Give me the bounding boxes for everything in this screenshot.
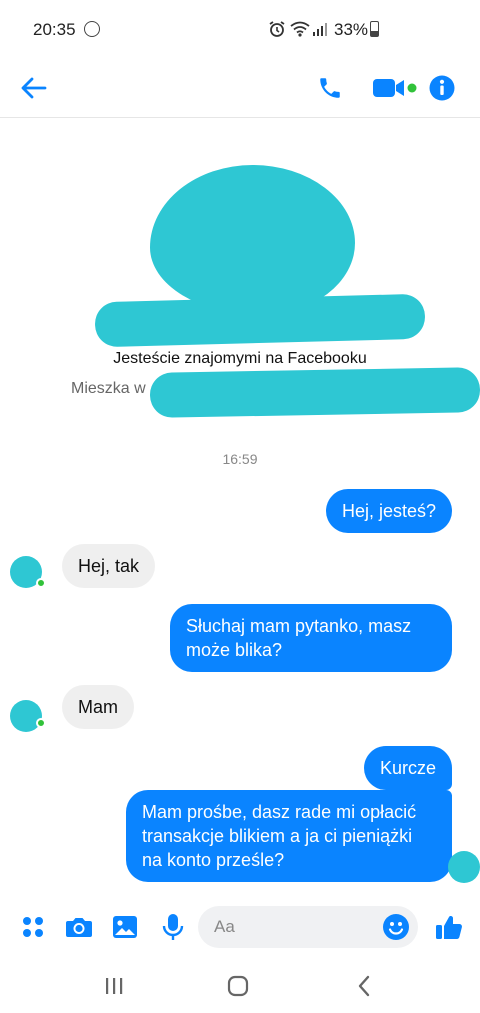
- arrow-left-icon: [21, 77, 47, 99]
- recent-apps-button[interactable]: [96, 971, 132, 1001]
- phone-icon: [320, 78, 340, 98]
- gallery-icon: [113, 916, 137, 938]
- camera-icon: [66, 918, 92, 937]
- lives-in-label: Mieszka w: [71, 380, 146, 397]
- back-button[interactable]: [13, 68, 53, 108]
- message-timestamp: 16:59: [222, 451, 258, 467]
- alarm-icon: [268, 20, 286, 43]
- audio-call-button[interactable]: [310, 68, 350, 108]
- wifi-icon: [290, 21, 310, 42]
- message-bubble-outgoing[interactable]: Hej, jesteś?: [325, 489, 452, 533]
- camera-button[interactable]: [62, 910, 96, 944]
- redacted-profile-photo: [150, 165, 355, 315]
- battery-percentage: 33%: [334, 20, 369, 39]
- video-call-button[interactable]: [370, 68, 420, 108]
- message-input-box[interactable]: [198, 906, 418, 948]
- conversation-header: [0, 60, 480, 118]
- signal-icon: [312, 22, 328, 41]
- emoji-button[interactable]: [382, 913, 410, 946]
- redacted-contact-name: [94, 293, 426, 348]
- gallery-button[interactable]: [108, 910, 142, 944]
- online-status-dot: [36, 578, 46, 588]
- status-bar: 20:35 33%: [0, 0, 480, 60]
- emoji-icon: [383, 914, 409, 940]
- message-bubble-outgoing[interactable]: Mam prośbe, dasz rade mi opłacić transak…: [126, 790, 452, 882]
- system-navigation-bar: [0, 958, 480, 1013]
- apps-button[interactable]: [16, 910, 50, 944]
- message-bubble-outgoing[interactable]: Słuchaj mam pytanko, masz może blika?: [170, 604, 452, 672]
- voice-message-button[interactable]: [156, 910, 190, 944]
- recent-apps-icon: [106, 978, 123, 994]
- contact-avatar[interactable]: [10, 700, 42, 732]
- message-bubble-outgoing[interactable]: Kurcze: [363, 746, 452, 790]
- info-icon: [429, 75, 455, 101]
- message-bubble-incoming[interactable]: Hej, tak: [62, 544, 156, 588]
- back-nav-button[interactable]: [346, 971, 382, 1001]
- online-status-dot: [36, 718, 46, 728]
- redacted-location: [149, 367, 480, 418]
- apps-icon: [23, 917, 43, 937]
- messenger-notification-icon: [84, 21, 100, 37]
- message-bubble-incoming[interactable]: Mam: [62, 685, 134, 729]
- like-button[interactable]: [432, 910, 466, 944]
- microphone-icon: [162, 914, 184, 940]
- home-button[interactable]: [220, 971, 256, 1001]
- chevron-left-icon: [358, 975, 370, 997]
- message-composer: [0, 898, 480, 958]
- home-icon: [227, 975, 249, 997]
- conversation-info-button[interactable]: [422, 68, 462, 108]
- status-time: 20:35: [33, 20, 76, 39]
- thumbs-up-icon: [436, 916, 462, 939]
- seen-receipt-avatar: [448, 851, 480, 883]
- message-input[interactable]: [214, 914, 364, 940]
- friends-status-text: Jesteście znajomymi na Facebooku: [113, 350, 367, 367]
- battery-icon: [370, 21, 379, 37]
- messenger-screen: 20:35 33% Jesteście znajomymi na Faceboo…: [0, 0, 480, 1013]
- video-camera-icon: [373, 79, 417, 97]
